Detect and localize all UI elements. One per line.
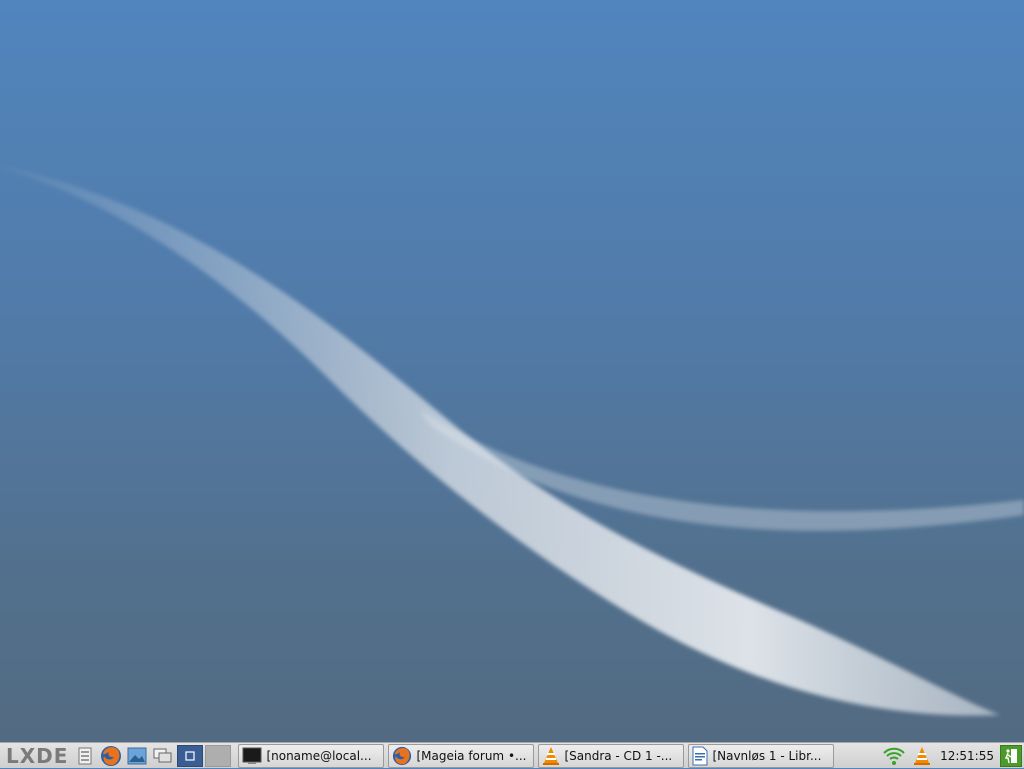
wave-swoosh <box>0 165 1000 716</box>
task-label: [noname@local... <box>266 748 372 763</box>
writer-document-icon <box>692 746 708 765</box>
task-label: [Navnløs 1 - Libr... <box>712 748 822 763</box>
desktop-pager-2[interactable] <box>205 744 232 767</box>
task-terminal[interactable]: [noname@local... <box>238 743 385 768</box>
firefox-icon[interactable] <box>99 744 123 768</box>
task-vlc[interactable]: [Sandra - CD 1 -... <box>538 743 685 768</box>
vlc-icon[interactable] <box>910 744 934 768</box>
desktop-pager-1[interactable] <box>177 744 204 767</box>
image-viewer-icon[interactable] <box>125 744 149 768</box>
vlc-icon <box>543 746 560 765</box>
wifi-icon[interactable] <box>882 744 906 768</box>
terminal-icon <box>242 747 262 764</box>
firefox-icon <box>393 746 412 765</box>
system-tray: 12:51:55 <box>880 743 1024 769</box>
taskbar: LXDE [noname@local... [Mageia forum •...… <box>0 742 1024 768</box>
show-desktop-icon[interactable] <box>151 744 175 768</box>
exit-icon[interactable] <box>1000 744 1022 767</box>
lxde-menu-button[interactable]: LXDE <box>0 744 72 768</box>
task-label: [Mageia forum •... <box>416 748 527 763</box>
task-writer[interactable]: [Navnløs 1 - Libr... <box>688 743 835 768</box>
task-firefox[interactable]: [Mageia forum •... <box>388 743 535 768</box>
desktop-wallpaper <box>0 165 1024 716</box>
file-manager-icon[interactable] <box>73 744 97 768</box>
task-label: [Sandra - CD 1 -... <box>564 748 673 763</box>
clock[interactable]: 12:51:55 <box>936 749 998 763</box>
